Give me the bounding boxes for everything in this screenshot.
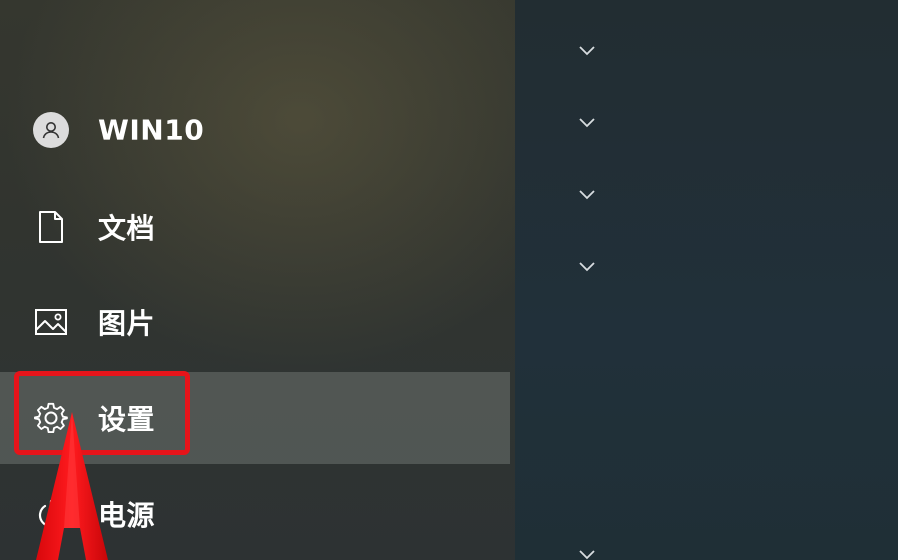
chevron-down-icon[interactable] [578, 117, 596, 129]
red-arrow-annotation [36, 412, 108, 560]
chevron-down-icon[interactable] [578, 189, 596, 201]
chevron-down-icon[interactable] [578, 549, 596, 560]
user-account-label: WIN10 [98, 113, 205, 147]
chevron-down-icon[interactable] [578, 45, 596, 57]
user-avatar-icon [31, 110, 71, 150]
chevron-down-icon[interactable] [578, 261, 596, 273]
start-menu-tiles-pane [515, 0, 898, 560]
start-menu-left-pane: WIN10 文档 图片 设置 电源 [0, 0, 515, 560]
documents-label: 文档 [98, 212, 156, 245]
start-menu-screen: WIN10 文档 图片 设置 电源 [0, 0, 898, 560]
document-icon [31, 207, 71, 247]
start-item-user-account[interactable]: WIN10 [0, 84, 510, 176]
pictures-label: 图片 [98, 307, 156, 340]
start-item-pictures[interactable]: 图片 [0, 276, 510, 368]
picture-icon [31, 302, 71, 342]
start-item-documents[interactable]: 文档 [0, 181, 510, 273]
